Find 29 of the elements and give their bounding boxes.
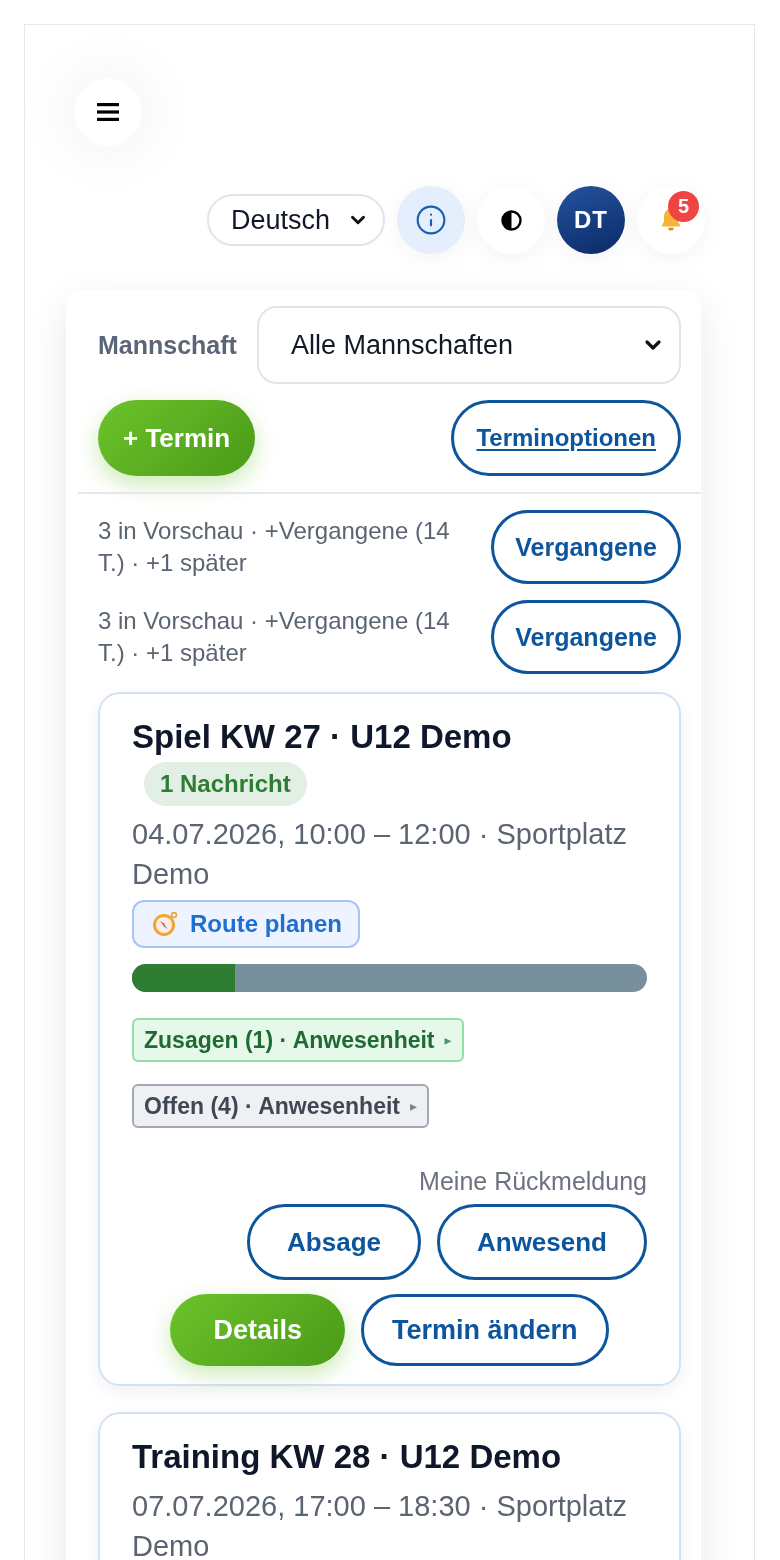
past-events-button[interactable]: Vergangene [491, 600, 681, 674]
attendance-chip[interactable]: Offen (4) · Anwesenheit ▸ [132, 1084, 430, 1128]
summary-text: 3 in Vorschau · +Vergangene (14 T.) · +1 später [98, 516, 451, 578]
event-options-link[interactable]: Terminoptionen [451, 400, 681, 476]
compass-icon [152, 911, 178, 937]
language-select[interactable]: Deutsch [207, 194, 385, 246]
avatar-button[interactable]: DT [557, 186, 625, 254]
contrast-icon [500, 209, 522, 231]
info-icon [415, 204, 447, 236]
attendance-chip[interactable]: Zusagen (1) · Anwesenheit ▸ [132, 1018, 464, 1062]
message-badge: 1 Nachricht [144, 762, 307, 806]
event-title: Training KW 28 · U12 Demo [132, 1437, 562, 1477]
team-label: Mannschaft [98, 330, 237, 360]
response-label: Meine Rückmeldung [419, 1166, 647, 1196]
edit-event-button[interactable]: Termin ändern [361, 1294, 609, 1366]
response-button[interactable]: Absage [247, 1204, 421, 1280]
event-date-location: 07.07.2026, 17:00 – 18:30 · Sportplatz Demo [132, 1489, 628, 1560]
caret-icon: ▸ [444, 1032, 452, 1048]
event-title: Spiel KW 27 · U12 Demo [132, 717, 512, 757]
route-button[interactable]: Route planen [132, 900, 360, 948]
summary-text: 3 in Vorschau · +Vergangene (14 T.) · +1 später [98, 606, 451, 668]
response-button[interactable]: Anwesend [436, 1204, 647, 1280]
caret-icon: ▸ [410, 1098, 418, 1114]
menu-icon [97, 102, 119, 122]
notification-count: 5 [668, 191, 699, 222]
team-select[interactable]: Alle Mannschaften [256, 306, 681, 384]
notifications-button[interactable]: 5 [637, 186, 705, 254]
past-events-button[interactable]: Vergangene [491, 510, 681, 584]
event-date-location: 04.07.2026, 10:00 – 12:00 · Sportplatz Demo [132, 817, 628, 892]
